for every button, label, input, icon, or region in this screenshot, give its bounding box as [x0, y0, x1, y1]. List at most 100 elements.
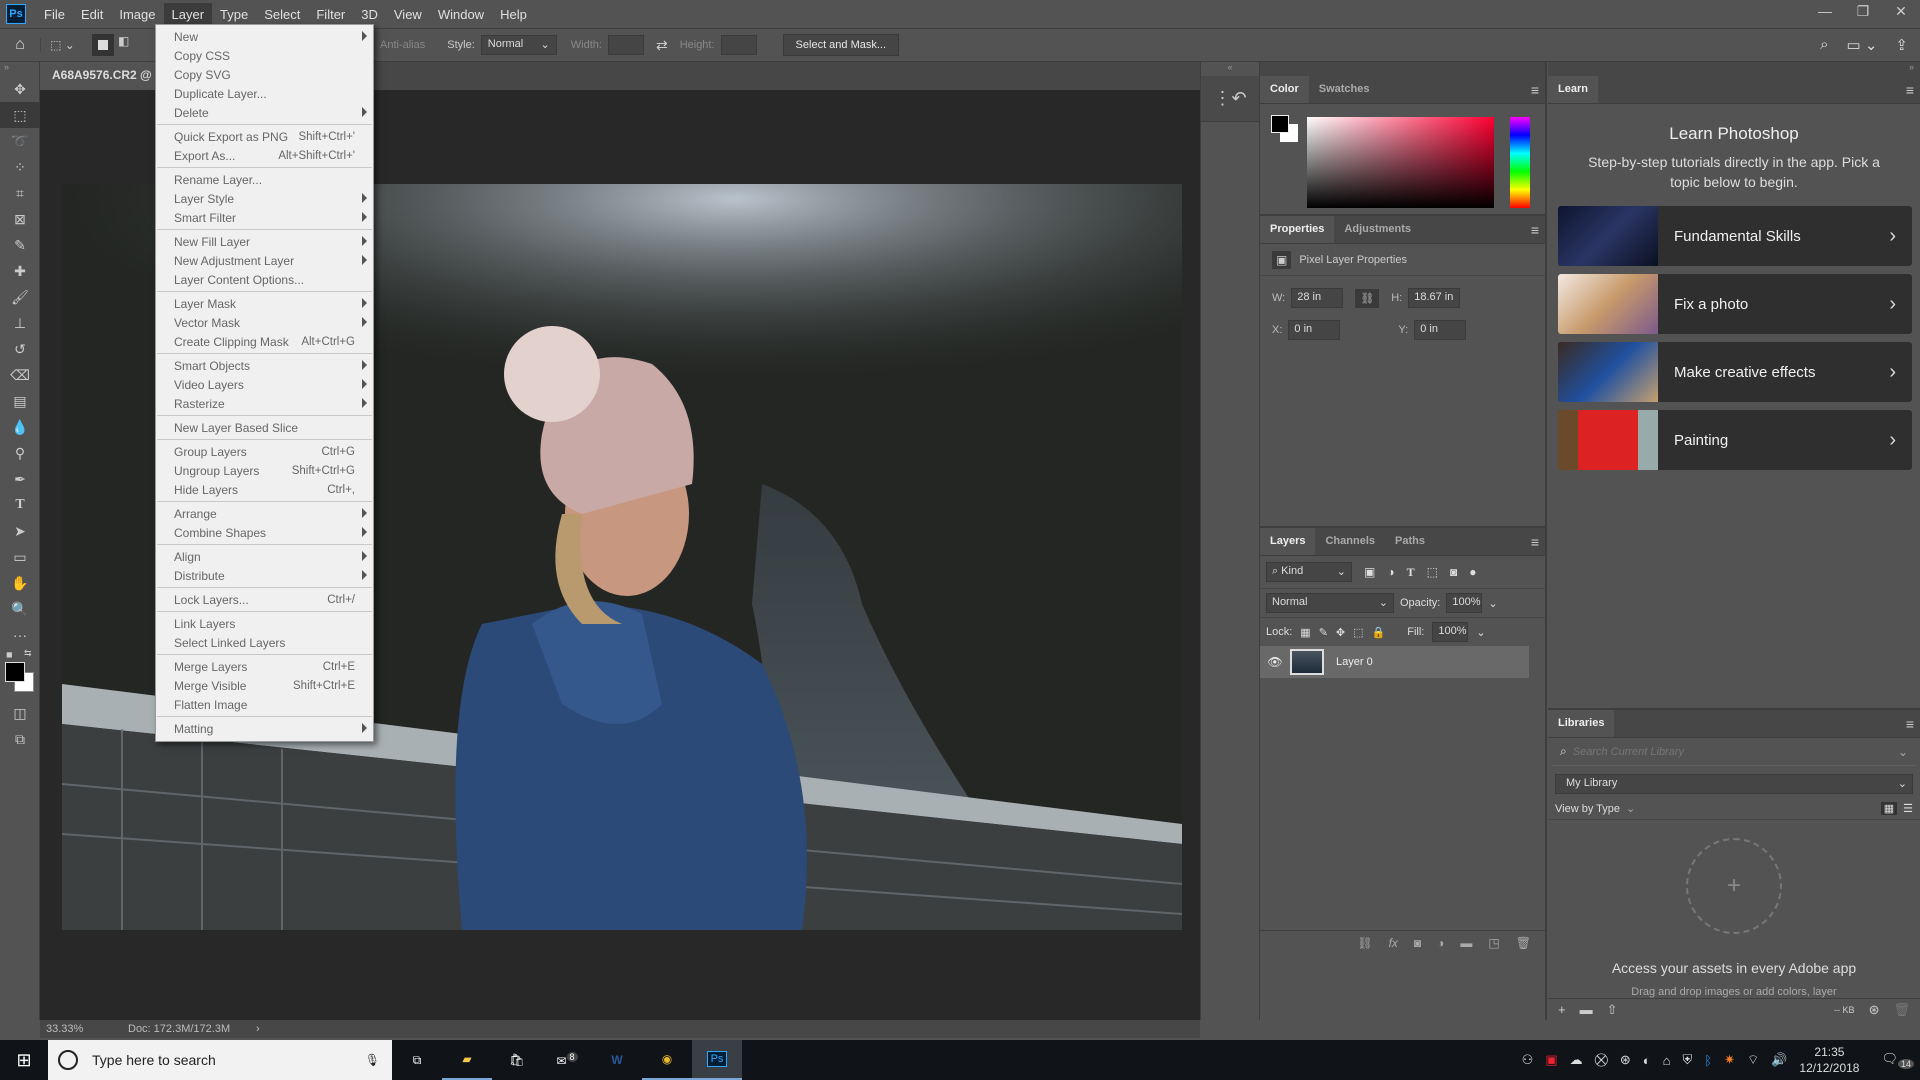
collapse-toolbar-icon[interactable]: » [0, 62, 39, 76]
menu-item-layer-mask[interactable]: Layer Mask [156, 294, 373, 313]
menu-item-merge-visible[interactable]: Merge Visible Shift+Ctrl+E [156, 676, 373, 695]
menu-file[interactable]: File [36, 3, 73, 26]
volume-icon[interactable]: 🔊 [1771, 1052, 1787, 1068]
swap-icon[interactable]: ⇄ [656, 37, 668, 54]
zoom-tool-icon[interactable]: 🔍 [0, 596, 40, 622]
menu-item-new-layer-based-slice[interactable]: New Layer Based Slice [156, 418, 373, 437]
clone-stamp-tool-icon[interactable]: ⊥ [0, 310, 40, 336]
list-view-icon[interactable]: ☰ [1903, 802, 1913, 815]
bluetooth-icon[interactable]: ᛒ [1704, 1053, 1712, 1068]
blend-mode-select[interactable]: Normal ⌄ [1266, 593, 1394, 613]
delete-icon[interactable]: 🗑 [1893, 1002, 1910, 1018]
add-asset-button[interactable]: + [1686, 838, 1782, 934]
brush-tool-icon[interactable]: 🖌 [0, 284, 40, 310]
tab-channels[interactable]: Channels [1315, 528, 1385, 555]
status-expand-icon[interactable]: › [256, 1023, 260, 1035]
grid-view-icon[interactable]: ▦ [1880, 802, 1898, 815]
tab-libraries[interactable]: Libraries [1548, 710, 1615, 737]
lock-artboard-icon[interactable]: ⬚ [1353, 626, 1363, 639]
new-adjustment-icon[interactable]: ◑ [1437, 936, 1444, 950]
menu-item-rename-layer[interactable]: Rename Layer... [156, 170, 373, 189]
type-tool-icon[interactable]: T [0, 492, 40, 518]
new-group-icon[interactable]: ▬ [1460, 936, 1472, 950]
y-field[interactable]: 0 in [1414, 320, 1467, 340]
menu-item-smart-filter[interactable]: Smart Filter [156, 208, 373, 227]
menu-layer[interactable]: Layer [163, 2, 213, 26]
learn-topic-fundamental-skills[interactable]: Fundamental Skills › [1558, 206, 1912, 266]
color-field[interactable] [1307, 117, 1494, 208]
filter-pixel-icon[interactable]: ▣ [1364, 565, 1375, 579]
foreground-color-chip[interactable] [1271, 115, 1289, 133]
filter-smart-object-icon[interactable]: ◙ [1450, 565, 1457, 579]
library-select[interactable]: My Library ⌄ [1555, 774, 1913, 794]
zoom-level[interactable]: 33.33% [40, 1023, 120, 1035]
menu-item-duplicate-layer[interactable]: Duplicate Layer... [156, 84, 373, 103]
filter-type-icon[interactable]: T [1407, 565, 1415, 580]
history-brush-tool-icon[interactable]: ↺ [0, 336, 40, 362]
quick-selection-tool-icon[interactable]: ⁘ [0, 154, 40, 180]
panel-menu-icon[interactable]: ≡ [1531, 222, 1539, 238]
link-icon[interactable]: ⛓ [1355, 288, 1380, 308]
word-icon[interactable]: W [592, 1053, 642, 1067]
height-field[interactable]: 18.67 in [1408, 288, 1461, 308]
minimize-button[interactable]: — [1806, 0, 1844, 22]
menu-item-select-linked-layers[interactable]: Select Linked Layers [156, 633, 373, 652]
menu-item-merge-layers[interactable]: Merge Layers Ctrl+E [156, 657, 373, 676]
menu-item-vector-mask[interactable]: Vector Mask [156, 313, 373, 332]
style-select[interactable]: Normal ⌄ [480, 35, 557, 55]
mail-icon[interactable]: ✉ 8 [542, 1052, 592, 1068]
lasso-tool-icon[interactable]: ➰ [0, 128, 40, 154]
menu-item-create-clipping-mask[interactable]: Create Clipping Mask Alt+Ctrl+G [156, 332, 373, 351]
height-input[interactable] [720, 35, 757, 55]
filter-kind-select[interactable]: ⌕ Kind ⌄ [1266, 562, 1352, 582]
eraser-tool-icon[interactable]: ⌫ [0, 362, 40, 388]
fill-field[interactable]: 100% [1432, 622, 1469, 642]
search-icon[interactable]: ⌕ [1820, 36, 1828, 54]
menu-select[interactable]: Select [256, 3, 308, 26]
fill-dropdown-icon[interactable]: ⌄ [1476, 626, 1485, 639]
width-field[interactable]: 28 in [1291, 288, 1344, 308]
menu-item-distribute[interactable]: Distribute [156, 566, 373, 585]
eyedropper-tool-icon[interactable]: ✎ [0, 232, 40, 258]
dodge-tool-icon[interactable]: ⚲ [0, 440, 40, 466]
menu-item-group-layers[interactable]: Group Layers Ctrl+G [156, 442, 373, 461]
tab-layers[interactable]: Layers [1260, 528, 1316, 555]
learn-topic-make-creative-effects[interactable]: Make creative effects › [1558, 342, 1912, 402]
layer-row[interactable]: 👁 Layer 0 [1260, 646, 1529, 678]
delete-layer-icon[interactable]: 🗑 [1516, 936, 1531, 950]
visibility-eye-icon[interactable]: 👁 [1260, 655, 1290, 669]
close-button[interactable]: ✕ [1882, 0, 1920, 22]
filter-adjustment-icon[interactable]: ◑ [1387, 565, 1394, 579]
history-icon[interactable]: ⋮↶ [1201, 76, 1259, 122]
menu-item-export-as[interactable]: Export As... Alt+Shift+Ctrl+' [156, 146, 373, 165]
filter-toggle-icon[interactable]: ● [1469, 565, 1476, 579]
workspace-icon[interactable]: ▭ ⌄ [1847, 36, 1878, 54]
menu-item-copy-css[interactable]: Copy CSS [156, 46, 373, 65]
lock-transparent-icon[interactable]: ▦ [1300, 626, 1310, 639]
lock-position-icon[interactable]: ✥ [1336, 626, 1345, 639]
share-icon[interactable]: ⇪ [1895, 36, 1908, 54]
link-layers-icon[interactable]: ⛓ [1357, 936, 1372, 950]
crop-tool-icon[interactable]: ⌗ [0, 180, 40, 206]
avast-icon[interactable]: ✷ [1724, 1052, 1735, 1068]
menu-item-layer-content-options[interactable]: Layer Content Options... [156, 270, 373, 289]
menu-item-combine-shapes[interactable]: Combine Shapes [156, 523, 373, 542]
edit-toolbar-icon[interactable]: ··· [0, 622, 40, 648]
tab-color[interactable]: Color [1260, 76, 1309, 103]
menu-item-flatten-image[interactable]: Flatten Image [156, 695, 373, 714]
panel-menu-icon[interactable]: ≡ [1906, 82, 1914, 98]
tab-learn[interactable]: Learn [1548, 76, 1598, 103]
lock-all-icon[interactable]: 🔒 [1372, 626, 1386, 639]
menu-item-video-layers[interactable]: Video Layers [156, 375, 373, 394]
move-tool-icon[interactable]: ✥ [0, 76, 40, 102]
creative-cloud-tray-icon[interactable]: ⊛ [1620, 1052, 1631, 1068]
wifi-icon[interactable]: ⌔ [1747, 1052, 1759, 1068]
default-colors-icon[interactable]: ◼ [6, 650, 13, 659]
width-input[interactable] [607, 35, 644, 55]
layer-style-icon[interactable]: fx [1389, 936, 1398, 950]
foreground-color-swatch[interactable] [5, 662, 25, 682]
menu-item-new-fill-layer[interactable]: New Fill Layer [156, 232, 373, 251]
tab-paths[interactable]: Paths [1385, 528, 1435, 555]
onedrive-icon[interactable]: ☁ [1570, 1052, 1583, 1068]
restore-button[interactable]: ❐ [1844, 0, 1882, 22]
